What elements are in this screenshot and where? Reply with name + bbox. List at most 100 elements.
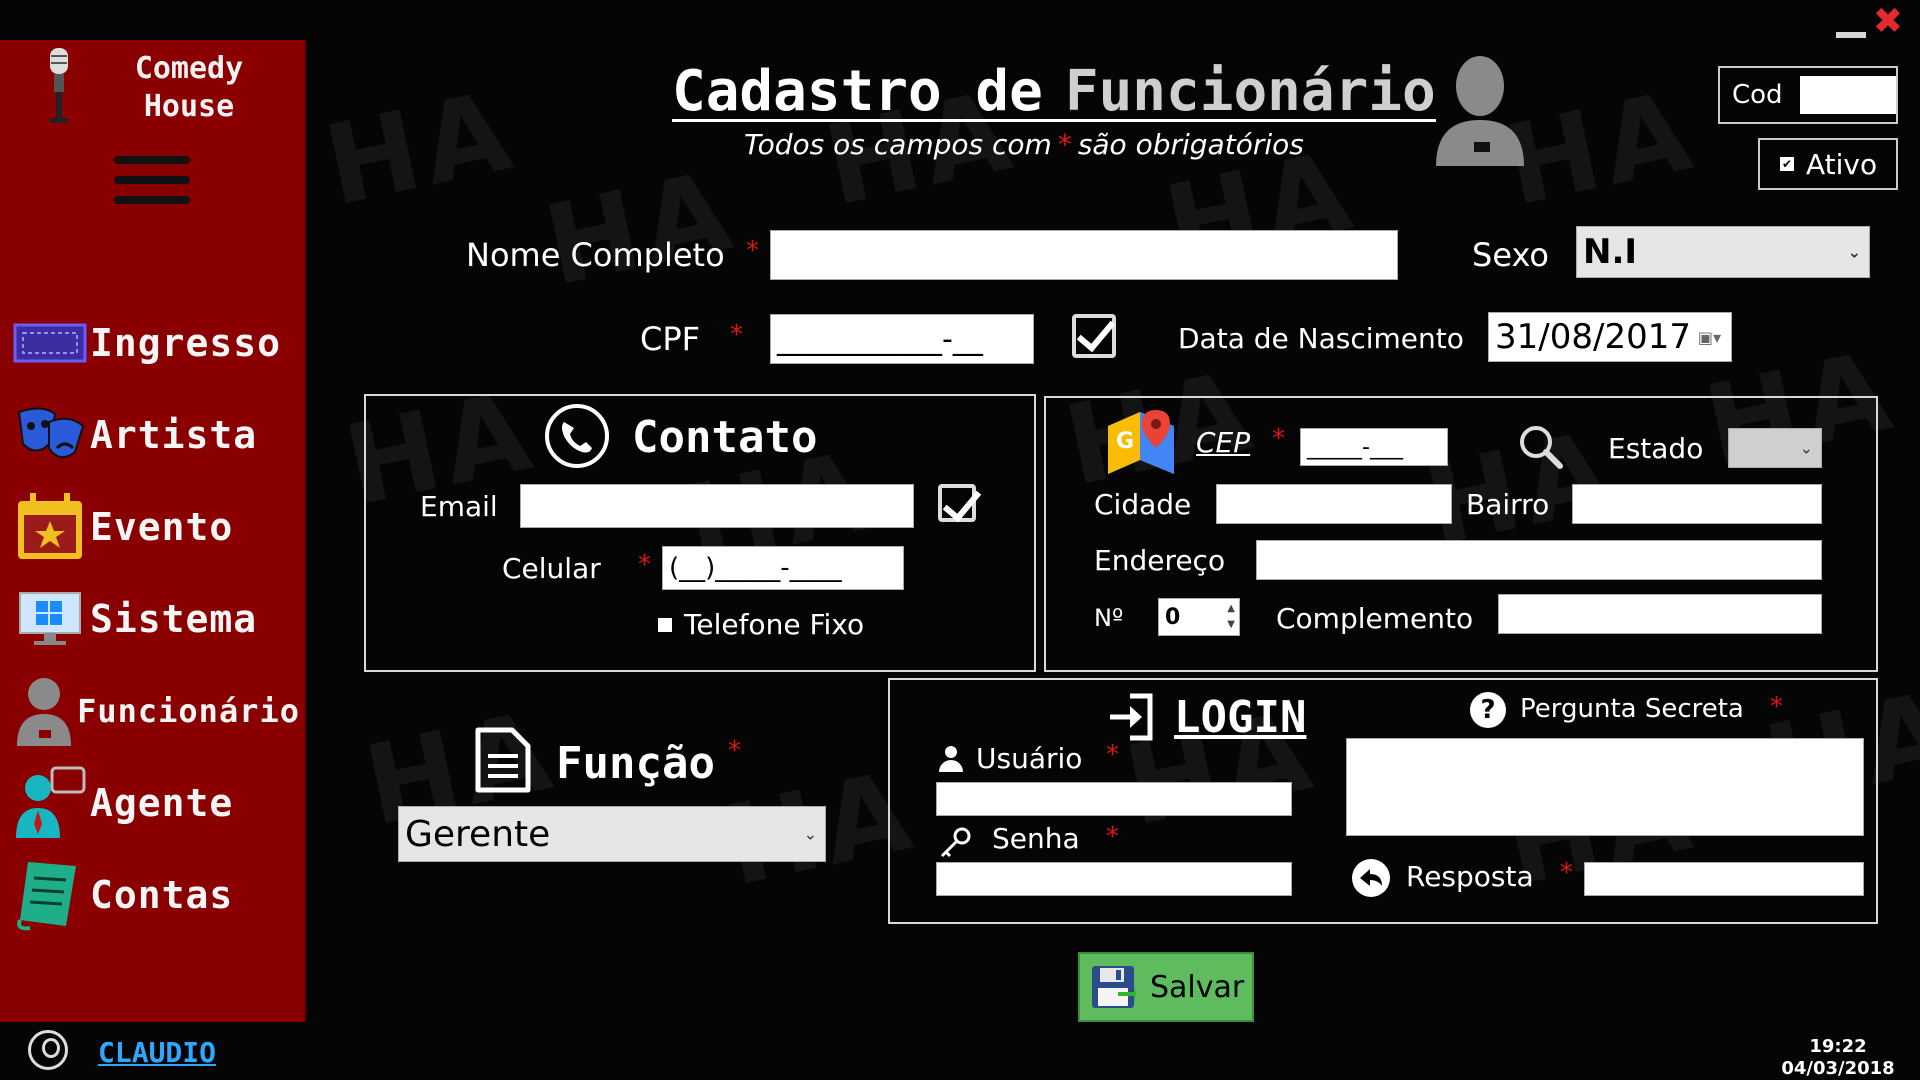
stepper-arrows-icon[interactable]: ▲ ▼ <box>1227 601 1235 633</box>
login-title: LOGIN <box>1174 692 1307 743</box>
usuario-label: Usuário <box>976 742 1083 775</box>
page-title-part1: Cadastro de <box>672 59 1043 122</box>
telefone-fixo-checkbox[interactable]: Telefone Fixo <box>658 608 864 641</box>
cpf-input[interactable]: ___________-__ <box>770 314 1034 364</box>
celular-input[interactable]: (__)_____-____ <box>662 546 904 590</box>
required-mark: * <box>1770 692 1783 722</box>
key-icon <box>940 827 971 858</box>
save-button[interactable]: Salvar <box>1078 952 1254 1022</box>
floppy-disk-icon <box>1092 966 1136 1008</box>
cidade-input[interactable] <box>1216 484 1452 524</box>
nome-input[interactable] <box>770 230 1398 280</box>
endereco-panel: G CEP * _____-___ Estado ⌄ Cidade Bairro… <box>1044 396 1878 672</box>
sidebar-item-ingresso[interactable]: Ingresso <box>10 308 300 378</box>
nascimento-value: 31/08/2017 <box>1495 317 1691 357</box>
ticket-icon <box>10 308 90 378</box>
contato-title: Contato <box>632 412 818 463</box>
phone-icon <box>545 404 609 468</box>
nome-label: Nome Completo <box>466 236 725 274</box>
funcao-select[interactable]: Gerente ⌄ <box>398 806 826 862</box>
estado-select[interactable]: ⌄ <box>1728 428 1822 468</box>
user-icon <box>938 746 964 774</box>
ativo-label: Ativo <box>1806 147 1878 181</box>
resposta-input[interactable] <box>1584 862 1864 896</box>
cod-label: Cod <box>1732 80 1783 110</box>
complemento-input[interactable] <box>1498 594 1822 634</box>
sidebar: Comedy House Ingresso Artista Evento Sis… <box>0 40 306 1022</box>
page-subtitle: Todos os campos com * são obrigatórios <box>744 128 1304 161</box>
cod-box: Cod <box>1718 66 1898 124</box>
bairro-input[interactable] <box>1572 484 1822 524</box>
senha-input[interactable] <box>936 862 1292 896</box>
usuario-input[interactable] <box>936 782 1292 816</box>
sidebar-item-evento[interactable]: Evento <box>10 492 300 562</box>
app-window: HA HA HA HA HA HA HA HA HA HA HA HA HA H… <box>0 0 1920 1080</box>
required-mark: * <box>746 236 759 266</box>
sidebar-item-label: Agente <box>90 781 234 825</box>
current-user-link[interactable]: CLAUDIO <box>98 1036 216 1069</box>
search-icon[interactable] <box>1516 422 1564 470</box>
svg-text:G: G <box>1116 429 1134 454</box>
email-valid-checkbox[interactable] <box>938 484 976 522</box>
cpf-label: CPF <box>640 320 701 358</box>
employee-icon <box>10 676 77 746</box>
google-maps-icon: G <box>1108 410 1174 474</box>
employee-avatar-icon <box>1436 56 1524 166</box>
sexo-value: N.I <box>1583 232 1638 272</box>
numero-label: Nº <box>1094 604 1124 632</box>
sexo-select[interactable]: N.I ⌄ <box>1576 226 1870 278</box>
numero-stepper[interactable]: 0 ▲ ▼ <box>1158 598 1240 636</box>
subtitle-post: são obrigatórios <box>1077 128 1304 161</box>
required-mark: * <box>1560 858 1573 888</box>
cpf-valid-checkbox[interactable] <box>1072 314 1116 358</box>
cep-input[interactable]: _____-___ <box>1300 428 1448 466</box>
sidebar-item-contas[interactable]: Contas <box>10 860 300 931</box>
pergunta-input[interactable] <box>1346 738 1864 836</box>
minimize-button[interactable] <box>1836 18 1866 38</box>
senha-label: Senha <box>992 822 1080 855</box>
endereco-input[interactable] <box>1256 540 1822 580</box>
contato-panel: Contato Email Celular * (__)_____-____ T… <box>364 394 1036 672</box>
required-mark: * <box>1106 740 1119 770</box>
hamburger-icon[interactable] <box>114 156 190 216</box>
save-label: Salvar <box>1150 969 1245 1005</box>
sidebar-item-agente[interactable]: Agente <box>10 766 300 838</box>
nascimento-datepicker[interactable]: 31/08/2017 ▣▾ <box>1488 312 1732 362</box>
subtitle-pre: Todos os campos com <box>744 128 1052 161</box>
email-label: Email <box>420 490 498 523</box>
required-mark: * <box>1272 424 1285 454</box>
brand-line-2: House <box>143 89 235 124</box>
cod-field[interactable] <box>1800 76 1896 114</box>
microphone-icon <box>50 48 68 123</box>
estado-label: Estado <box>1608 432 1704 465</box>
sidebar-item-label: Ingresso <box>90 321 282 365</box>
document-icon <box>475 727 531 793</box>
user-icon <box>28 1030 68 1070</box>
sidebar-item-label: Artista <box>90 413 258 457</box>
endereco-label: Endereço <box>1094 544 1226 577</box>
sidebar-item-label: Contas <box>90 873 234 917</box>
login-icon <box>1110 693 1153 741</box>
funcao-value: Gerente <box>405 813 551 855</box>
cidade-label: Cidade <box>1094 488 1192 521</box>
chevron-down-icon: ⌄ <box>803 824 817 844</box>
telefone-fixo-label: Telefone Fixo <box>684 608 865 641</box>
bill-icon <box>10 860 90 931</box>
clock: 19:22 04/03/2018 <box>1770 1036 1906 1080</box>
close-button[interactable]: ✖ <box>1870 4 1906 40</box>
close-icon: ✖ <box>1872 1 1904 42</box>
sidebar-item-label: Evento <box>90 505 234 549</box>
agent-icon <box>10 766 90 838</box>
sidebar-item-sistema[interactable]: Sistema <box>10 584 300 654</box>
sidebar-item-label: Sistema <box>90 597 258 641</box>
calendar-dropdown-icon: ▣▾ <box>1697 327 1721 347</box>
sidebar-item-funcionario[interactable]: Funcionário <box>10 676 300 746</box>
brand-line-1: Comedy <box>134 51 244 86</box>
sidebar-item-artista[interactable]: Artista <box>10 400 300 470</box>
ativo-checkbox[interactable]: ✔ Ativo <box>1758 138 1898 190</box>
check-icon: ✔ <box>1780 157 1794 171</box>
celular-label: Celular <box>502 552 601 585</box>
reply-icon <box>1352 859 1390 897</box>
email-input[interactable] <box>520 484 914 528</box>
brand-name: Comedy House <box>84 50 294 126</box>
